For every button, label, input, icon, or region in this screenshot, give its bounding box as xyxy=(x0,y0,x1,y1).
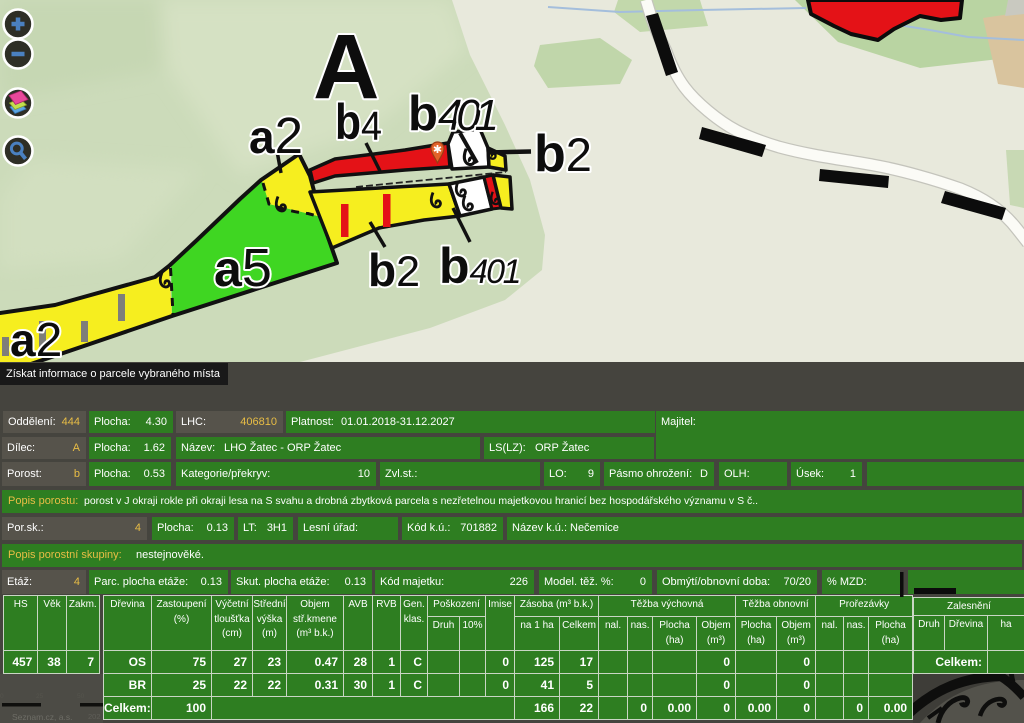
svg-text:a5: a5 xyxy=(214,238,272,298)
svg-text:b2: b2 xyxy=(534,125,592,183)
svg-text:b2: b2 xyxy=(368,244,420,296)
svg-text:4: 4 xyxy=(361,103,382,149)
svg-text:b: b xyxy=(335,94,361,150)
svg-text:✱: ✱ xyxy=(433,144,442,156)
svg-text:b401: b401 xyxy=(408,87,499,141)
svg-text:a2: a2 xyxy=(10,314,62,362)
svg-text:a2: a2 xyxy=(249,107,303,164)
